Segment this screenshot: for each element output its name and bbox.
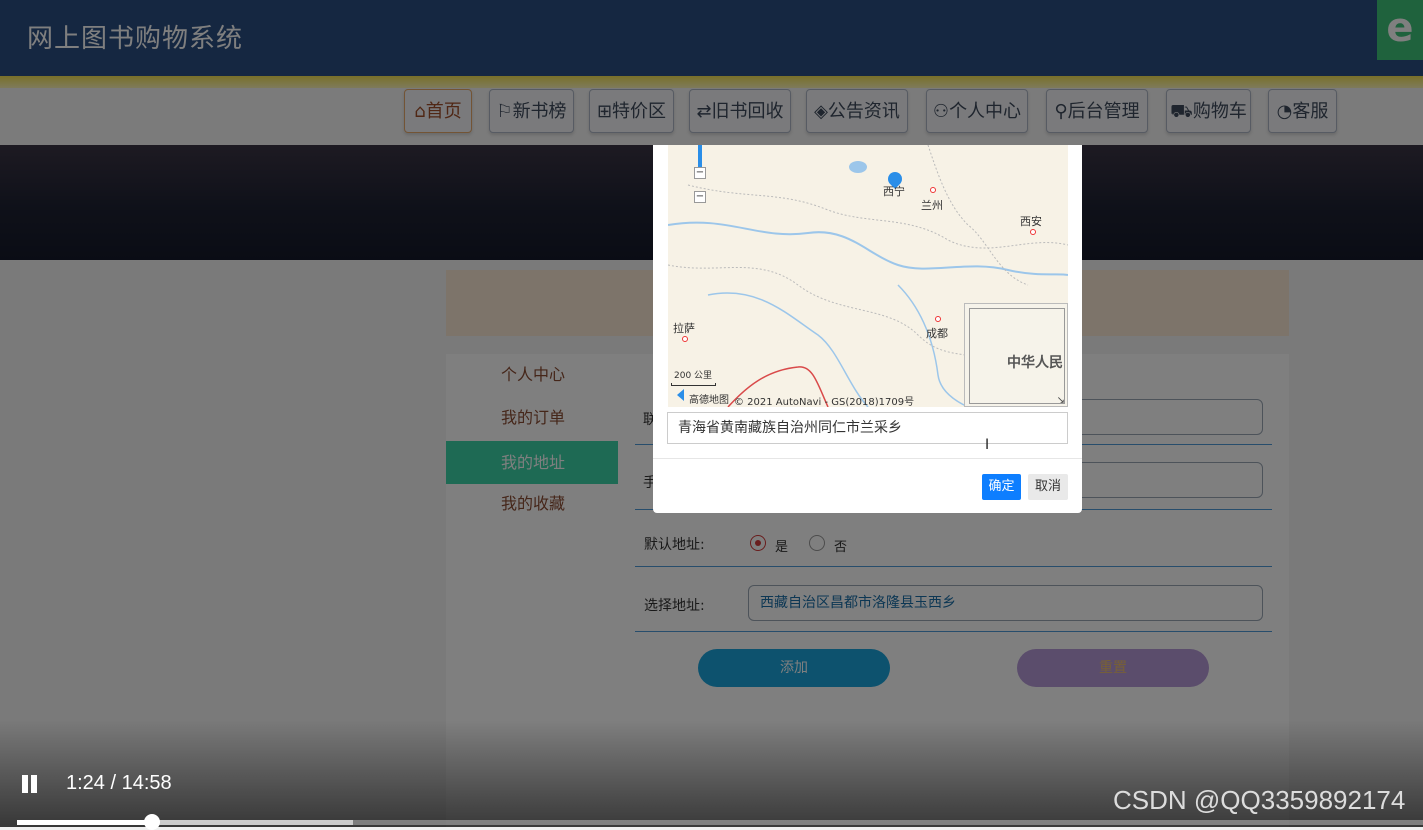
pause-icon-bar [22,775,28,793]
amap-logo-icon [670,389,684,401]
city-marker [682,336,688,342]
city-label: 成都 [926,327,948,340]
overview-minimap[interactable]: 中华人民 ↘ [964,303,1068,407]
pause-button[interactable] [20,775,38,793]
map-attribution: © 2021 AutoNavi - GS(2018)1709号 [734,397,915,407]
selected-address-field[interactable]: 青海省黄南藏族自治州同仁市兰采乡 [667,412,1068,444]
cancel-button[interactable]: 取消 [1028,474,1068,500]
minimap-toggle-icon[interactable]: ↘ [1057,395,1065,406]
dialog-divider [653,458,1082,459]
city-marker [930,187,936,193]
zoom-slider[interactable] [698,145,702,167]
city-marker [935,316,941,322]
minimap-label: 中华人民 [1007,355,1063,371]
city-label: 兰州 [921,199,943,212]
watermark: CSDN @QQ3359892174 [1113,785,1406,815]
confirm-button[interactable]: 确定 [982,474,1021,500]
pause-icon-bar [31,775,37,793]
zoom-in-button[interactable]: − [694,167,706,179]
progress-handle[interactable] [143,814,160,830]
zoom-out-button[interactable]: − [694,191,706,203]
video-time: 1:24 / 14:58 [66,772,172,794]
map-scale-bar [671,383,716,386]
city-label: 拉萨 [673,322,695,335]
text-cursor-icon: I [985,437,990,453]
map-scale-label: 200 公里 [674,371,713,381]
city-label: 西安 [1020,215,1042,228]
map-logo-text: 高德地图 [689,395,729,406]
city-label: 西宁 [883,185,905,198]
progress-played [17,820,152,825]
city-marker [1030,229,1036,235]
